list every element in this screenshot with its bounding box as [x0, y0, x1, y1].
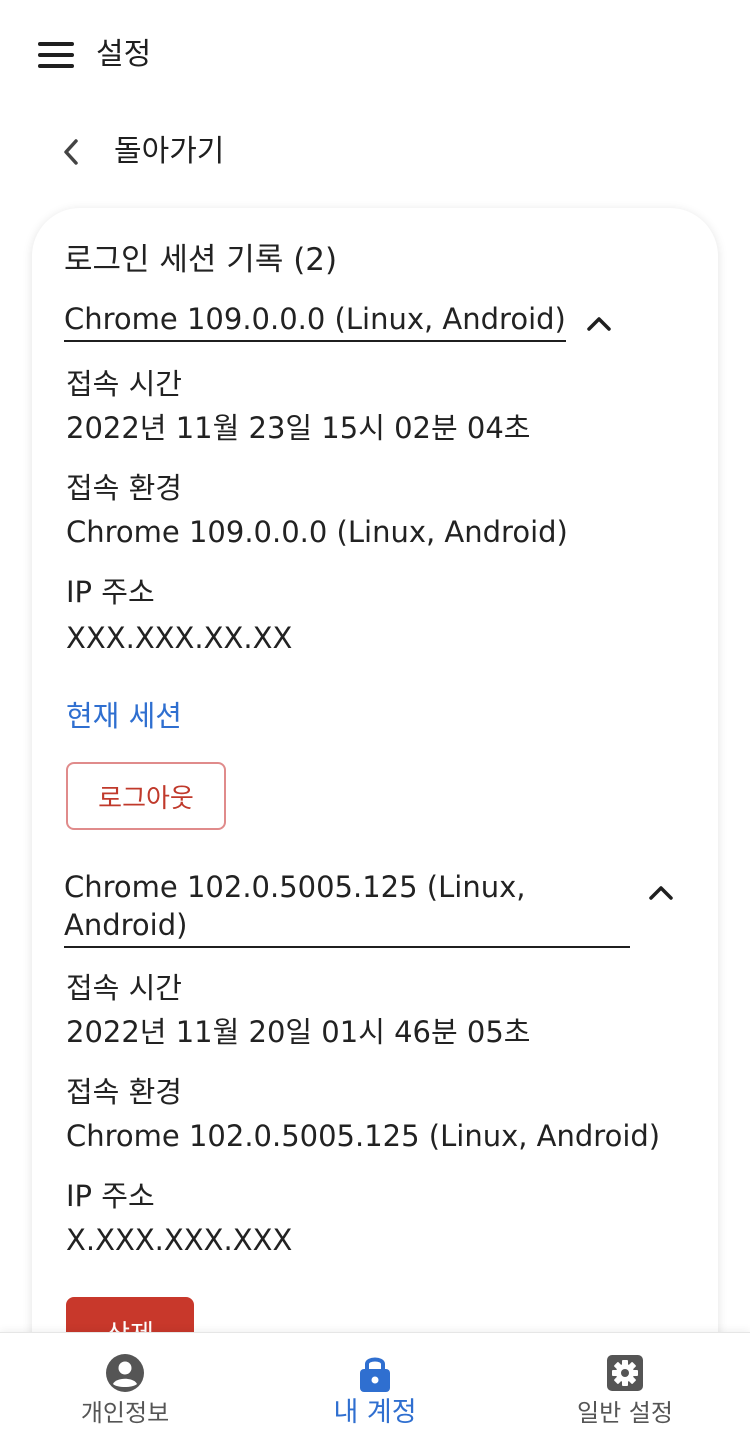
- back-button[interactable]: 돌아가기: [56, 128, 224, 176]
- nav-label: 개인정보: [80, 1399, 170, 1427]
- current-session-label: 현재 세션: [66, 699, 182, 733]
- env-value: Chrome 109.0.0.0 (Linux, Android): [66, 515, 568, 549]
- chevron-up-icon[interactable]: [584, 308, 614, 338]
- access-time-label: 접속 시간: [66, 971, 182, 1005]
- session-header-2-line1: Chrome 102.0.5005.125 (Linux,: [64, 870, 526, 904]
- ip-label: IP 주소: [66, 1179, 155, 1213]
- account-circle-icon: [105, 1353, 145, 1393]
- access-time-value: 2022년 11월 23일 15시 02분 04초: [66, 411, 531, 445]
- login-sessions-card: 로그인 세션 기록 (2) Chrome 109.0.0.0 (Linux, A…: [32, 208, 718, 1388]
- lock-icon: [355, 1353, 395, 1393]
- app-title: 설정: [96, 37, 152, 72]
- menu-icon[interactable]: [38, 42, 74, 68]
- bottom-navigation: 개인정보 내 계정 일반 설정: [0, 1332, 750, 1445]
- nav-item-personal-info[interactable]: 개인정보: [0, 1333, 250, 1445]
- card-title: 로그인 세션 기록 (2): [64, 242, 338, 278]
- env-label: 접속 환경: [66, 1075, 182, 1109]
- chevron-left-icon: [56, 137, 86, 167]
- ip-label: IP 주소: [66, 575, 155, 609]
- env-value: Chrome 102.0.5005.125 (Linux, Android): [66, 1119, 661, 1153]
- session-header-1[interactable]: Chrome 109.0.0.0 (Linux, Android): [64, 300, 566, 342]
- chevron-up-icon[interactable]: [646, 877, 676, 907]
- nav-item-my-account[interactable]: 내 계정: [250, 1333, 500, 1445]
- logout-button[interactable]: 로그아웃: [66, 762, 226, 830]
- ip-value: XXX.XXX.XX.XX: [66, 621, 293, 655]
- ip-value: X.XXX.XXX.XXX: [66, 1223, 293, 1257]
- nav-label: 내 계정: [333, 1397, 417, 1428]
- top-app-bar: 설정: [0, 0, 750, 110]
- nav-item-general-settings[interactable]: 일반 설정: [500, 1333, 750, 1445]
- nav-label: 일반 설정: [577, 1399, 673, 1427]
- session-header-2[interactable]: Chrome 102.0.5005.125 (Linux, Android): [64, 868, 630, 948]
- session-header-2-line2: Android): [64, 908, 188, 942]
- env-label: 접속 환경: [66, 471, 182, 505]
- gear-icon: [605, 1353, 645, 1393]
- access-time-value: 2022년 11월 20일 01시 46분 05초: [66, 1015, 531, 1049]
- back-label: 돌아가기: [114, 134, 225, 169]
- access-time-label: 접속 시간: [66, 367, 182, 401]
